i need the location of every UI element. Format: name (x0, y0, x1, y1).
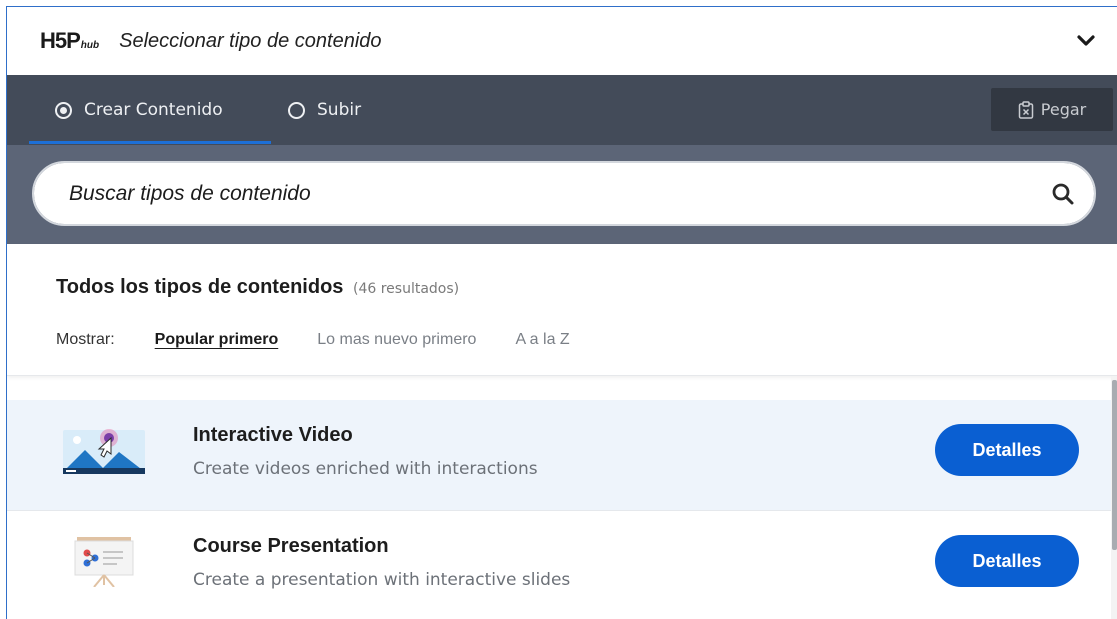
tabs-bar: Crear Contenido Subir Pegar (7, 75, 1117, 145)
active-tab-indicator (29, 141, 271, 144)
results-count: (46 resultados) (352, 281, 460, 297)
sort-a-to-z[interactable]: A a la Z (515, 331, 569, 349)
clipboard-icon (1018, 100, 1034, 119)
item-description: Create a presentation with interactive s… (193, 570, 571, 590)
interactive-video-icon (63, 429, 145, 474)
paste-label: Pegar (1040, 100, 1087, 119)
logo-main: H5P (40, 28, 81, 53)
search-box (32, 161, 1096, 226)
sort-options: Mostrar: Popular primero Lo mas nuevo pr… (56, 331, 609, 349)
item-name: Course Presentation (193, 535, 389, 557)
hub-header[interactable]: H5P hub Seleccionar tipo de contenido (7, 7, 1117, 75)
results-header: Todos los tipos de contenidos (46 result… (7, 244, 1117, 376)
course-presentation-icon (74, 537, 134, 587)
tab-create-content[interactable]: Crear Contenido (55, 75, 223, 145)
search-area (7, 145, 1117, 244)
radio-unselected-icon (288, 101, 305, 119)
hub-title: Seleccionar tipo de contenido (119, 29, 382, 52)
item-description: Create videos enriched with interactions (193, 459, 538, 479)
sort-popular-first[interactable]: Popular primero (155, 331, 279, 349)
list-item-interactive-video[interactable]: Interactive Video Create videos enriched… (7, 400, 1111, 511)
logo-sub: hub (80, 40, 100, 51)
item-name: Interactive Video (193, 424, 353, 446)
h5p-hub-logo: H5P hub (40, 28, 99, 54)
search-input[interactable] (69, 179, 1009, 209)
results-title-text: Todos los tipos de contenidos (56, 276, 344, 298)
radio-selected-icon (55, 101, 72, 119)
list-item-course-presentation[interactable]: Course Presentation Create a presentatio… (7, 511, 1111, 619)
paste-button[interactable]: Pegar (991, 88, 1113, 131)
chevron-down-icon[interactable] (1076, 31, 1096, 51)
search-icon[interactable] (1051, 182, 1075, 206)
tab-upload[interactable]: Subir (288, 75, 361, 145)
results-title: Todos los tipos de contenidos (46 result… (56, 276, 459, 299)
details-button[interactable]: Detalles (935, 535, 1079, 587)
content-type-list: Interactive Video Create videos enriched… (7, 400, 1111, 619)
tab-label: Crear Contenido (84, 100, 223, 120)
content-type-selector: H5P hub Seleccionar tipo de contenido Cr… (6, 6, 1117, 619)
scrollbar-thumb[interactable] (1112, 380, 1117, 550)
tab-label: Subir (317, 100, 362, 120)
sort-newest-first[interactable]: Lo mas nuevo primero (317, 331, 476, 349)
list-scrollbar[interactable] (1111, 376, 1117, 619)
sort-label: Mostrar: (56, 331, 115, 348)
details-button[interactable]: Detalles (935, 424, 1079, 476)
